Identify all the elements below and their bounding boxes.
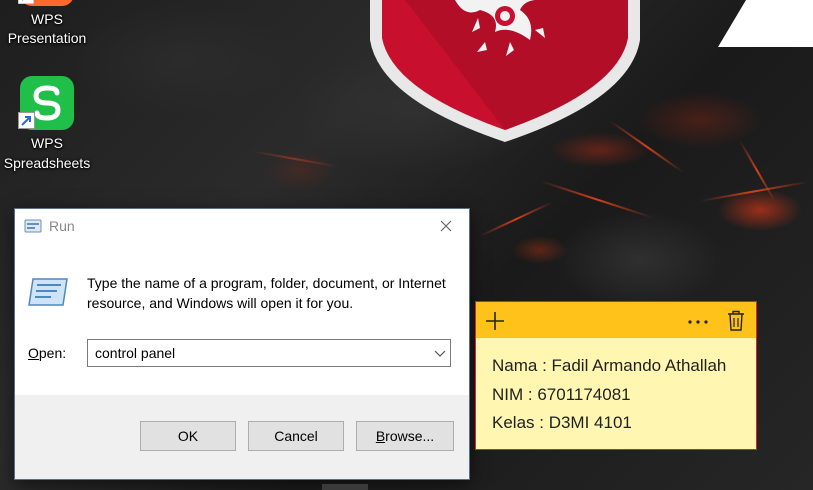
- sticky-note-line: Kelas : D3MI 4101: [492, 413, 632, 432]
- wallpaper-white-stripe: [718, 0, 813, 47]
- close-button[interactable]: [423, 209, 469, 243]
- shortcut-arrow-icon: [18, 112, 35, 129]
- ok-button[interactable]: OK: [140, 421, 236, 451]
- taskbar-fragment: [322, 484, 368, 490]
- lava-crack: [479, 201, 553, 237]
- sticky-note-line: NIM : 6701174081: [492, 384, 631, 404]
- desktop-icon-wps-spreadsheets[interactable]: WPS Spreadsheets: [0, 0, 96, 180]
- chevron-down-icon[interactable]: [434, 348, 446, 358]
- run-dialog: Run Type the name of a program, folder, …: [14, 208, 470, 480]
- lava-crack: [699, 180, 809, 202]
- trash-icon[interactable]: [726, 310, 746, 332]
- run-dialog-titlebar[interactable]: Run: [15, 209, 469, 243]
- add-icon[interactable]: [484, 310, 506, 332]
- browse-button[interactable]: Browse...: [356, 421, 454, 451]
- more-options-icon[interactable]: [686, 310, 710, 332]
- run-dialog-title: Run: [49, 218, 75, 234]
- sticky-note[interactable]: Nama : Fadil Armando Athallah NIM : 6701…: [475, 301, 757, 450]
- msi-dragon-shield-logo: [370, 0, 640, 142]
- lava-crack: [249, 150, 339, 168]
- sticky-note-line: Nama : Fadil Armando Athallah: [492, 356, 727, 375]
- open-input[interactable]: control panel: [95, 345, 175, 361]
- sticky-note-header[interactable]: [476, 302, 756, 338]
- desktop-icon-label: WPS: [31, 135, 63, 151]
- open-label: Open:: [28, 345, 67, 361]
- run-icon: [24, 219, 42, 233]
- sticky-note-body[interactable]: Nama : Fadil Armando Athallah NIM : 6701…: [492, 352, 726, 438]
- desktop-icon-label: Spreadsheets: [3, 155, 91, 171]
- run-dialog-description: Type the name of a program, folder, docu…: [87, 275, 446, 311]
- cancel-button[interactable]: Cancel: [248, 421, 344, 451]
- open-combobox[interactable]: control panel: [87, 339, 451, 367]
- lava-crack: [539, 180, 655, 220]
- close-icon: [440, 220, 452, 232]
- run-program-icon: [28, 278, 68, 306]
